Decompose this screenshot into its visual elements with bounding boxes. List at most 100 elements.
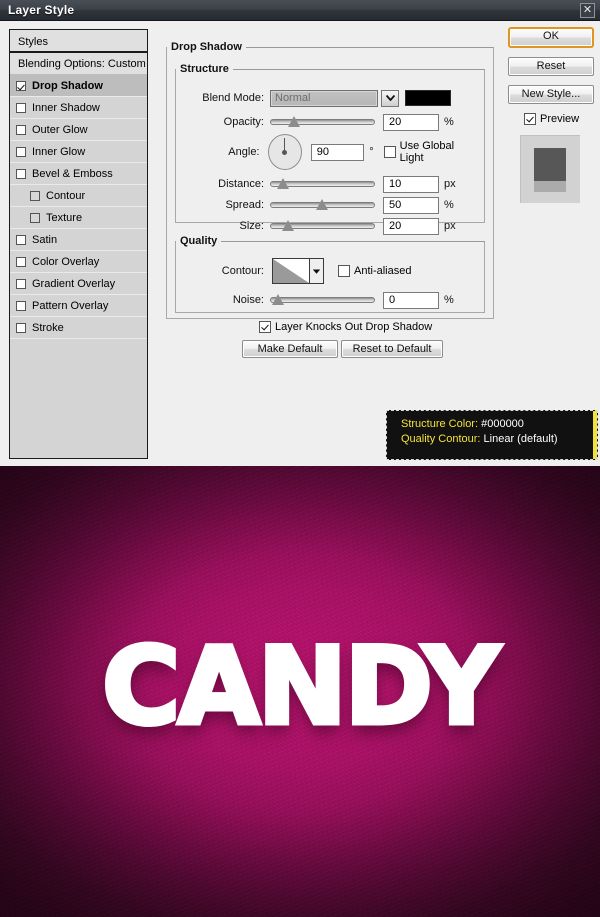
style-list-item-satin[interactable]: Satin [10,229,147,251]
size-row: Size: 20 px [176,217,476,235]
reset-to-default-button[interactable]: Reset to Default [341,340,443,358]
size-slider[interactable] [270,218,375,234]
layer-style-window: Layer Style ✕ Styles Blending Options: C… [0,0,600,917]
style-list-item-inner-shadow[interactable]: Inner Shadow [10,97,147,119]
checkbox-icon [338,265,350,277]
angle-row: Angle: 90 ° Use Global Light [176,133,476,171]
checkbox-icon [524,113,536,125]
checkbox-icon[interactable] [16,168,26,179]
checkbox-icon[interactable] [16,234,26,245]
style-list-item-gradient-overlay[interactable]: Gradient Overlay [10,273,147,295]
noise-label: Noise: [232,294,264,306]
opacity-unit: % [444,116,454,128]
checkbox-icon[interactable] [16,300,26,311]
contour-label: Contour: [221,265,264,277]
chevron-down-icon[interactable] [381,89,399,107]
checkbox-icon[interactable] [16,322,26,333]
style-list-item-label: Gradient Overlay [32,277,116,290]
drop-shadow-legend: Drop Shadow [171,41,242,53]
style-list-item-blending-options-custom[interactable]: Blending Options: Custom [10,53,147,75]
styles-list[interactable]: Blending Options: Custom Drop Shadow Inner… [9,53,148,459]
checkbox-icon[interactable] [16,256,26,267]
contour-chevron-down-icon[interactable] [310,258,324,284]
use-global-light-checkbox[interactable]: Use Global Light [383,140,476,164]
noise-unit: % [444,294,454,306]
style-list-item-label: Stroke [32,321,64,334]
size-input[interactable]: 20 [383,217,439,235]
anti-aliased-label: Anti-aliased [354,265,412,277]
reset-button[interactable]: Reset [508,57,594,76]
blend-mode-label: Blend Mode: [202,92,264,104]
anti-aliased-checkbox[interactable]: Anti-aliased [338,265,411,277]
style-list-item-outer-glow[interactable]: Outer Glow [10,119,147,141]
angle-input[interactable]: 90 [310,143,365,161]
tooltip-line-1: Structure Color: #000000 [401,417,597,432]
layer-style-dialog-body: Styles Blending Options: Custom Drop Shad… [0,21,600,466]
shadow-color-swatch[interactable] [405,90,451,106]
style-list-item-stroke[interactable]: Stroke [10,317,147,339]
opacity-label: Opacity: [223,116,264,128]
tooltip-structure-color-value: #000000 [481,418,524,430]
style-list-item-label: Color Overlay [32,255,100,268]
styles-panel-header: Styles [9,29,148,53]
use-global-light-label: Use Global Light [399,140,455,164]
blend-mode-row: Blend Mode: Normal [176,89,476,107]
checkbox-icon[interactable] [16,102,26,113]
checkbox-icon[interactable] [16,124,26,135]
opacity-slider[interactable] [270,114,375,130]
make-default-button[interactable]: Make Default [242,340,338,358]
checkbox-icon[interactable] [30,190,40,201]
structure-group: Structure Blend Mode: Normal Opacity: 20… [175,63,485,235]
checkbox-icon [259,321,271,333]
tooltip-accent-bar [593,411,597,459]
style-list-item-label: Texture [46,211,83,224]
style-list-item-contour[interactable]: Contour [10,185,147,207]
spread-input[interactable]: 50 [383,196,439,214]
style-list-item-inner-glow[interactable]: Inner Glow [10,141,147,163]
style-list-item-label: Outer Glow [32,123,88,136]
layer-knocks-out-checkbox[interactable]: Layer Knocks Out Drop Shadow [259,321,432,333]
contour-row: Contour: Anti-aliased [176,257,466,285]
spread-slider[interactable] [270,197,375,213]
angle-dial[interactable] [267,134,302,170]
noise-slider[interactable] [270,292,375,308]
distance-slider[interactable] [270,176,375,192]
window-title-bar: Layer Style ✕ [0,0,600,21]
structure-legend: Structure [180,63,229,75]
checkbox-icon[interactable] [16,80,26,91]
checkbox-icon[interactable] [16,146,26,157]
style-list-item-pattern-overlay[interactable]: Pattern Overlay [10,295,147,317]
quality-group: Quality Contour: Anti-aliased Noise: 0 % [175,235,485,313]
drop-shadow-settings: Drop Shadow Structure Blend Mode: Normal [166,25,494,457]
style-list-item-label: Drop Shadow [32,79,103,92]
preview-checkbox[interactable]: Preview [524,113,594,125]
noise-row: Noise: 0 % [176,291,466,309]
distance-row: Distance: 10 px [176,175,476,193]
opacity-input[interactable]: 20 [383,113,439,131]
distance-input[interactable]: 10 [383,175,439,193]
tooltip-quality-contour-value: Linear (default) [483,433,558,445]
new-style-button[interactable]: New Style... [508,85,594,104]
preview-label: Preview [540,113,580,125]
blend-mode-select[interactable]: Normal [270,89,378,107]
tooltip-structure-color-key: Structure Color: [401,418,479,430]
noise-input[interactable]: 0 [383,291,439,309]
contour-preset-swatch[interactable] [272,258,310,284]
checkbox-icon [383,146,396,158]
style-list-item-bevel-emboss[interactable]: Bevel & Emboss [10,163,147,185]
ok-button[interactable]: OK [508,27,594,48]
style-list-item-label: Satin [32,233,58,246]
quality-legend: Quality [180,235,218,247]
style-list-item-color-overlay[interactable]: Color Overlay [10,251,147,273]
preview-thumbnail [520,135,580,203]
tooltip-quality-contour-key: Quality Contour: [401,433,481,445]
style-list-item-texture[interactable]: Texture [10,207,147,229]
checkbox-icon[interactable] [16,278,26,289]
checkbox-icon[interactable] [30,212,40,223]
drop-shadow-group: Drop Shadow Structure Blend Mode: Normal [166,41,494,358]
close-icon[interactable]: ✕ [580,3,595,18]
style-list-item-label: Inner Shadow [32,101,100,114]
style-list-item-label: Pattern Overlay [32,299,109,312]
style-list-item-drop-shadow[interactable]: Drop Shadow [10,75,147,97]
size-label: Size: [239,220,264,232]
